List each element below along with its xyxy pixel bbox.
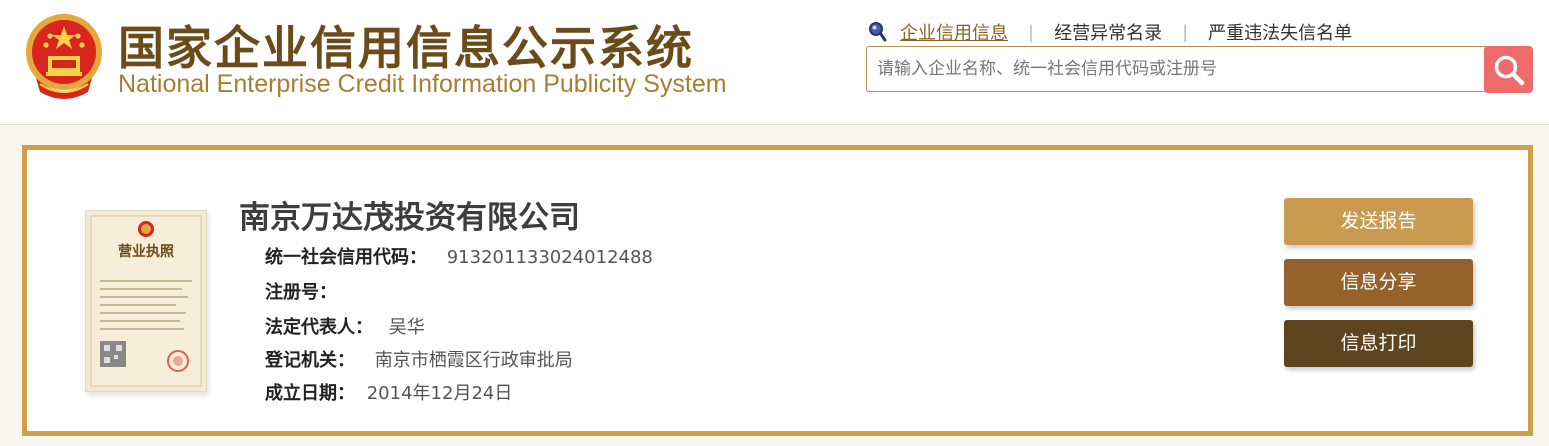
info-row-established: 成立日期： 2014年12月24日	[265, 379, 512, 405]
company-name: 南京万达茂投资有限公司	[239, 200, 580, 236]
search-button[interactable]	[1484, 46, 1533, 93]
info-row-authority: 登记机关： 南京市栖霞区行政审批局	[265, 346, 573, 372]
license-graphic: 营业执照	[90, 215, 202, 387]
top-nav: 企业信用信息 | 经营异常名录 | 严重违法失信名单	[868, 18, 1352, 46]
info-row-reg-number: 注册号：	[265, 278, 347, 304]
magnifier-icon	[869, 22, 887, 42]
authority-label: 登记机关：	[265, 350, 355, 371]
nav-blacklist[interactable]: 严重违法失信名单	[1208, 19, 1352, 45]
nav-abnormal-list[interactable]: 经营异常名录	[1054, 19, 1162, 45]
search-input[interactable]	[867, 47, 1486, 91]
print-info-button[interactable]: 信息打印	[1284, 320, 1473, 367]
nav-credit-info[interactable]: 企业信用信息	[900, 19, 1008, 45]
site-subtitle: National Enterprise Credit Information P…	[118, 70, 727, 98]
site-header: 国家企业信用信息公示系统 National Enterprise Credit …	[0, 0, 1549, 125]
authority-value: 南京市栖霞区行政审批局	[374, 350, 573, 371]
credit-code-label: 统一社会信用代码：	[265, 247, 427, 268]
search-box	[866, 46, 1486, 92]
legal-rep-value: 吴华	[388, 317, 425, 338]
established-value: 2014年12月24日	[366, 383, 513, 404]
info-row-legal-rep: 法定代表人： 吴华	[265, 313, 425, 339]
search-icon	[1494, 55, 1524, 85]
license-title: 营业执照	[118, 243, 174, 260]
share-info-button[interactable]: 信息分享	[1284, 259, 1473, 306]
info-row-credit-code: 统一社会信用代码： 913201133024012488	[265, 243, 653, 269]
credit-code-value: 913201133024012488	[446, 247, 653, 268]
legal-rep-label: 法定代表人：	[265, 317, 373, 338]
company-card: 营业执照 南京万达茂投资有限公司 统一社会信用代码： 9132011330240…	[22, 145, 1533, 436]
national-emblem-icon	[26, 14, 102, 99]
business-license-image: 营业执照	[85, 210, 207, 392]
site-title: 国家企业信用信息公示系统	[118, 21, 694, 75]
reg-number-label: 注册号：	[265, 282, 337, 303]
established-label: 成立日期：	[265, 383, 355, 404]
send-report-button[interactable]: 发送报告	[1284, 198, 1473, 245]
nav-separator: |	[1182, 21, 1189, 43]
nav-separator: |	[1028, 21, 1035, 43]
